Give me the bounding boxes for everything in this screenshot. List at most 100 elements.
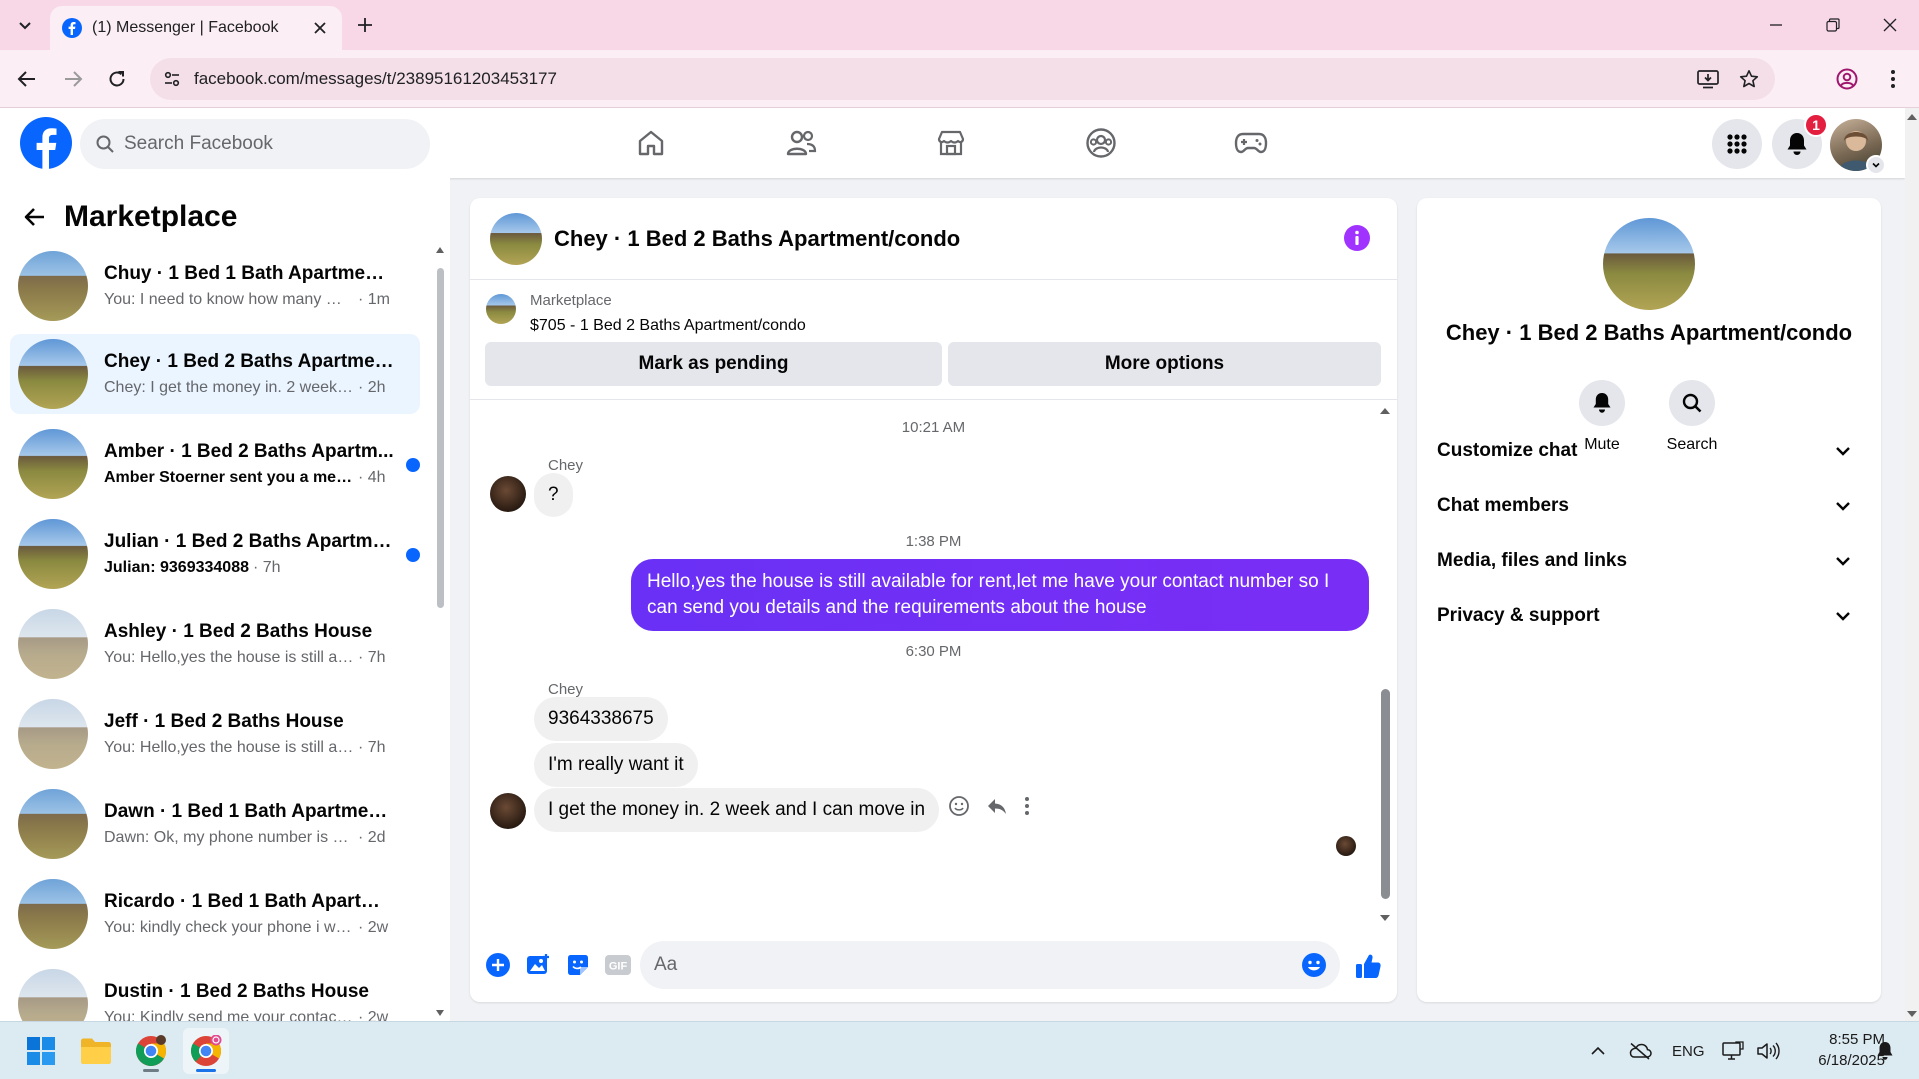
media-files-links-row[interactable]: Media, files and links [1437, 536, 1861, 586]
system-clock[interactable]: 8:55 PM 6/18/2025 [1795, 1029, 1885, 1071]
marketplace-label: Marketplace [530, 292, 612, 309]
listing-thumbnail [18, 789, 88, 859]
chat-time: · 2d [358, 829, 386, 846]
chat-item-ricardo[interactable]: Ricardo · 1 Bed 1 Bath Apartmen... You: … [10, 874, 420, 954]
restore-button[interactable] [1810, 8, 1856, 42]
browser-tab[interactable]: (1) Messenger | Facebook [50, 6, 342, 50]
bell-icon [1787, 133, 1807, 155]
chat-preview: You: Hello,yes the house is still avail.… [104, 649, 354, 666]
conversation-title[interactable]: Chey · 1 Bed 2 Baths Apartment/condo [554, 226, 960, 252]
minimize-button[interactable] [1753, 8, 1799, 42]
site-settings-icon[interactable] [150, 70, 194, 88]
chat-info-avatar[interactable] [1603, 218, 1695, 310]
show-hidden-icons[interactable] [1590, 1022, 1606, 1079]
message-bubble[interactable]: 9364338675 [534, 697, 668, 741]
reply-icon[interactable] [986, 796, 1008, 816]
close-window-button[interactable] [1867, 8, 1913, 42]
sender-avatar[interactable] [490, 476, 526, 512]
mark-as-pending-button[interactable]: Mark as pending [485, 342, 942, 386]
chat-item-amber[interactable]: Amber · 1 Bed 2 Baths Apartm... Amber St… [10, 424, 420, 504]
volume-icon[interactable] [1756, 1022, 1780, 1079]
reload-button[interactable] [100, 62, 134, 96]
chat-item-dustin[interactable]: Dustin · 1 Bed 2 Baths House You: Kindly… [10, 964, 420, 1021]
tab-search-dropdown[interactable] [12, 12, 38, 38]
page-scrollbar[interactable] [1905, 108, 1919, 1021]
account-chevron-icon[interactable] [1866, 155, 1886, 175]
chrome-profile-button[interactable] [183, 1028, 229, 1074]
message-bubble[interactable]: I get the money in. 2 week and I can mov… [534, 788, 940, 832]
more-actions-plus-icon[interactable] [478, 945, 518, 985]
more-actions-icon[interactable] [1024, 796, 1030, 816]
message-input[interactable] [654, 954, 1298, 976]
new-tab-button[interactable] [352, 12, 378, 38]
unread-indicator [406, 458, 420, 472]
nav-groups[interactable] [1045, 118, 1157, 168]
message-bubble-outgoing[interactable]: Hello,yes the house is still available f… [631, 559, 1369, 631]
home-icon [638, 130, 664, 156]
listing-title[interactable]: $705 - 1 Bed 2 Baths Apartment/condo [530, 317, 806, 335]
start-button[interactable] [18, 1028, 64, 1074]
chat-item-julian[interactable]: Julian · 1 Bed 2 Baths Apartme... Julian… [10, 514, 420, 594]
facebook-favicon-icon [62, 18, 82, 38]
bookmark-star-icon[interactable] [1739, 69, 1759, 89]
nav-home[interactable] [595, 118, 707, 168]
nav-marketplace[interactable] [895, 118, 1007, 168]
emoji-picker-icon[interactable] [1298, 949, 1330, 981]
profile-icon[interactable] [1830, 62, 1864, 96]
chat-item-jeff[interactable]: Jeff · 1 Bed 2 Baths House You: Hello,ye… [10, 694, 420, 774]
send-like-button[interactable] [1350, 948, 1386, 984]
chat-item-dawn[interactable]: Dawn · 1 Bed 1 Bath Apartment/... Dawn: … [10, 784, 420, 864]
privacy-support-row[interactable]: Privacy & support [1437, 591, 1861, 641]
facebook-search-box[interactable]: Search Facebook [80, 119, 430, 169]
notifications-button[interactable]: 1 [1772, 113, 1828, 169]
chat-members-row[interactable]: Chat members [1437, 481, 1861, 531]
chat-time: · 2w [358, 919, 389, 936]
back-arrow-icon[interactable] [24, 206, 46, 228]
sender-avatar[interactable] [490, 793, 526, 829]
restore-icon [1826, 18, 1840, 32]
chat-item-chey[interactable]: Chey · 1 Bed 2 Baths Apartment/... Chey:… [10, 334, 420, 414]
gif-icon[interactable]: GIF [598, 945, 638, 985]
file-explorer-button[interactable] [73, 1028, 119, 1074]
language-indicator[interactable]: ENG [1672, 1022, 1705, 1079]
nav-gaming[interactable] [1195, 118, 1307, 168]
forward-button[interactable] [56, 62, 90, 96]
message-bubble[interactable]: ? [534, 473, 573, 517]
more-options-button[interactable]: More options [948, 342, 1381, 386]
chat-preview: Amber Stoerner sent you a mes... [104, 469, 354, 486]
unread-indicator [406, 548, 420, 562]
arrow-right-icon [65, 71, 83, 87]
network-icon[interactable] [1722, 1022, 1744, 1079]
back-button[interactable] [10, 62, 44, 96]
customize-chat-row[interactable]: Customize chat [1437, 426, 1861, 476]
onedrive-status[interactable] [1628, 1022, 1652, 1079]
listing-thumbnail [18, 609, 88, 679]
address-bar[interactable]: facebook.com/messages/t/2389516120345317… [150, 58, 1775, 100]
scrollbar-thumb[interactable] [437, 268, 444, 608]
chat-name: Dustin · 1 Bed 2 Baths House [104, 981, 369, 1002]
nav-friends[interactable] [745, 118, 857, 168]
attach-photo-icon[interactable] [518, 945, 558, 985]
chat-list-scrollbar[interactable] [435, 246, 445, 1021]
chat-time: · 7h [253, 559, 281, 576]
menu-button[interactable] [1712, 119, 1762, 169]
tab-close-icon[interactable] [310, 18, 330, 38]
conversation-avatar[interactable] [490, 212, 542, 265]
clock-date: 6/18/2025 [1818, 1052, 1885, 1069]
sticker-icon[interactable] [558, 945, 598, 985]
facebook-logo-icon[interactable] [20, 117, 72, 169]
listing-thumbnail[interactable] [486, 294, 516, 324]
chat-item-ashley[interactable]: Ashley · 1 Bed 2 Baths House You: Hello,… [10, 604, 420, 684]
chat-item-chuy[interactable]: Chuy · 1 Bed 1 Bath Apartment/c... You: … [10, 246, 420, 326]
info-icon[interactable] [1343, 224, 1371, 252]
chat-name: Ricardo · 1 Bed 1 Bath Apartmen... [104, 891, 394, 912]
url-text: facebook.com/messages/t/2389516120345317… [194, 69, 557, 88]
notification-center-icon[interactable] [1876, 1022, 1894, 1079]
react-emoji-icon[interactable] [948, 795, 970, 817]
conversation-scrollbar[interactable] [1378, 403, 1392, 923]
message-bubble[interactable]: I'm really want it [534, 743, 698, 787]
chrome-button[interactable] [128, 1028, 174, 1074]
install-app-icon[interactable] [1697, 69, 1719, 89]
scrollbar-thumb[interactable] [1381, 689, 1390, 899]
browser-menu-icon[interactable] [1876, 62, 1910, 96]
